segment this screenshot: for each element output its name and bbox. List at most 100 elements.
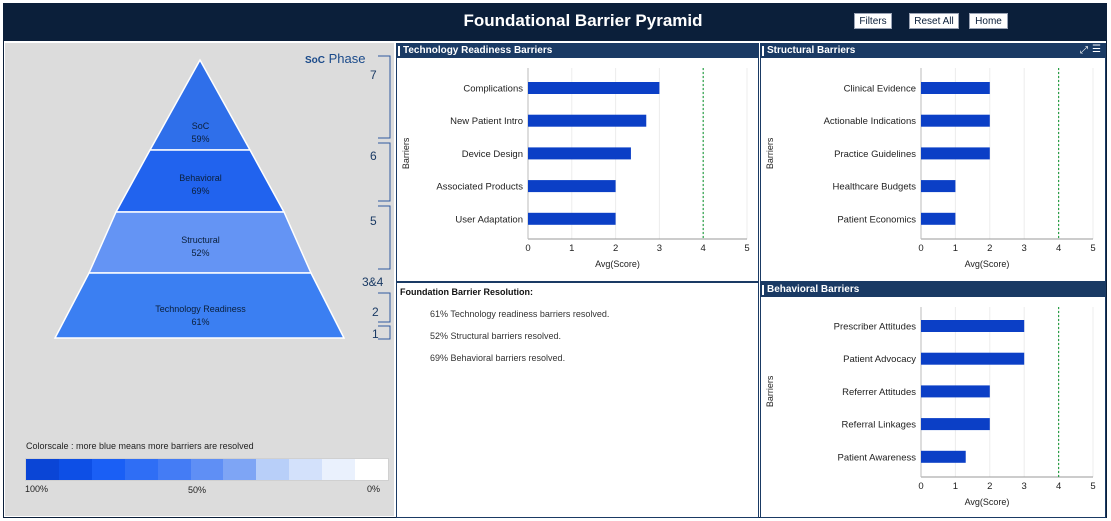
x-axis-label: Avg(Score) (595, 259, 640, 269)
colorscale-caption: Colorscale : more blue means more barrie… (26, 441, 254, 451)
phase-number-2: 2 (372, 305, 379, 319)
tier-value: 52% (191, 248, 210, 258)
resolution-line-behavioral: 69% Behavioral barriers resolved. (430, 353, 566, 363)
tick-label: 0 (918, 481, 923, 492)
expand-icon[interactable]: ⤢ (1080, 45, 1088, 56)
y-axis-label: Barriers (765, 137, 775, 169)
tier-value: 69% (191, 186, 210, 196)
behavioral-panel: Behavioral Barriers Prescriber Attitudes… (760, 282, 1106, 518)
bar (921, 180, 956, 193)
phase-heading: SoC Phase (305, 51, 366, 66)
bar (528, 212, 616, 225)
tick-label: 5 (1090, 243, 1095, 254)
phase-number-6: 6 (370, 149, 377, 163)
filters-button[interactable]: Filters (854, 13, 892, 29)
reset-all-button[interactable]: Reset All (909, 13, 959, 29)
tier-name: SoC (191, 121, 210, 131)
tick-label: 5 (1090, 481, 1095, 492)
pyramid-panel: SoC 59% Behavioral 69% Structural 52% Te… (5, 43, 394, 516)
panel-title: Structural Barriers (761, 44, 1105, 58)
x-axis-label: Avg(Score) (965, 259, 1010, 269)
category-label: Actionable Indications (824, 116, 917, 127)
tick-label: 4 (701, 243, 706, 254)
bar (921, 418, 990, 431)
tier-name: Structural (181, 235, 220, 245)
list-menu-icon[interactable]: ☰ (1092, 44, 1101, 55)
tier-name: Behavioral (179, 173, 222, 183)
category-label: User Adaptation (455, 214, 523, 225)
tick-label: 0 (918, 243, 923, 254)
tier-name: Technology Readiness (155, 304, 246, 314)
tick-label: 2 (987, 243, 992, 254)
bar (921, 147, 990, 160)
phase-heading-label: Phase (328, 51, 366, 66)
colorscale-swatch (223, 459, 257, 480)
bar (528, 114, 647, 127)
category-label: Complications (463, 84, 523, 95)
technology-readiness-chart: Complications New Patient Intro Device Des… (401, 68, 750, 269)
colorscale-label-0: 0% (367, 484, 381, 494)
tier-label-soc: SoC 59% (5, 120, 396, 146)
phase-number-7: 7 (370, 68, 377, 82)
colorscale-swatch (190, 459, 224, 480)
technology-readiness-panel: Technology Readiness Barriers Complicati… (396, 43, 759, 282)
colorscale-swatch (58, 459, 92, 480)
category-label: Patient Awareness (837, 452, 916, 463)
phase-heading-prefix: SoC (305, 55, 325, 66)
resolution-panel: Foundation Barrier Resolution: 61% Techn… (396, 282, 759, 518)
tick-label: 0 (525, 243, 530, 254)
resolution-line-tech: 61% Technology readiness barriers resolv… (430, 309, 610, 319)
category-label: Device Design (462, 149, 523, 160)
category-label: Referral Linkages (842, 420, 917, 431)
colorscale-bar (25, 458, 389, 481)
tier-label-structural: Structural 52% (5, 234, 396, 260)
y-axis-label: Barriers (401, 137, 411, 169)
panel-title: Behavioral Barriers (761, 283, 1105, 297)
tier-value: 61% (191, 317, 210, 327)
colorscale-swatch (256, 459, 290, 480)
bar (921, 385, 990, 398)
category-label: Healthcare Budgets (833, 182, 917, 193)
bar (528, 147, 631, 160)
tick-label: 4 (1056, 481, 1061, 492)
colorscale-swatch (157, 459, 191, 480)
colorscale-label-50: 50% (188, 485, 207, 495)
tick-label: 1 (569, 243, 574, 254)
category-label: Practice Guidelines (834, 149, 916, 160)
category-label: Prescriber Attitudes (834, 322, 917, 333)
bar (528, 82, 660, 94)
category-label: Patient Economics (837, 214, 916, 225)
tier-label-technology-readiness: Technology Readiness 61% (5, 303, 396, 329)
tick-label: 4 (1056, 243, 1061, 254)
category-label: New Patient Intro (450, 116, 523, 127)
tick-label: 3 (657, 243, 662, 254)
bar (921, 212, 956, 225)
phase-number-1: 1 (372, 327, 379, 341)
category-label: Associated Products (436, 182, 523, 193)
bar (921, 450, 966, 463)
tick-label: 3 (1022, 481, 1027, 492)
tick-label: 1 (953, 481, 958, 492)
structural-chart: Clinical Evidence Actionable Indications P… (765, 68, 1096, 269)
bar (921, 114, 990, 127)
colorscale-swatch (91, 459, 125, 480)
y-axis-label: Barriers (765, 375, 775, 407)
colorscale-swatch (289, 459, 323, 480)
phase-number-3-4: 3&4 (362, 275, 384, 289)
tier-label-behavioral: Behavioral 69% (5, 172, 396, 198)
panel-title: Technology Readiness Barriers (397, 44, 758, 58)
bar (921, 82, 990, 94)
colorscale-swatch (355, 459, 388, 480)
home-button[interactable]: Home (969, 13, 1008, 29)
tick-label: 5 (744, 243, 749, 254)
structural-panel: Structural Barriers ⤢ ☰ Clinical Evidenc… (760, 43, 1106, 282)
tick-label: 2 (613, 243, 618, 254)
resolution-line-structural: 52% Structural barriers resolved. (430, 331, 562, 341)
tick-label: 2 (987, 481, 992, 492)
category-label: Clinical Evidence (844, 84, 916, 95)
header-bar: Foundational Barrier Pyramid Filters Res… (3, 3, 1107, 41)
tier-value: 59% (191, 134, 210, 144)
bar (921, 320, 1025, 332)
behavioral-chart: Prescriber Attitudes Patient Advocacy Refe… (765, 307, 1096, 507)
category-label: Patient Advocacy (843, 354, 916, 365)
